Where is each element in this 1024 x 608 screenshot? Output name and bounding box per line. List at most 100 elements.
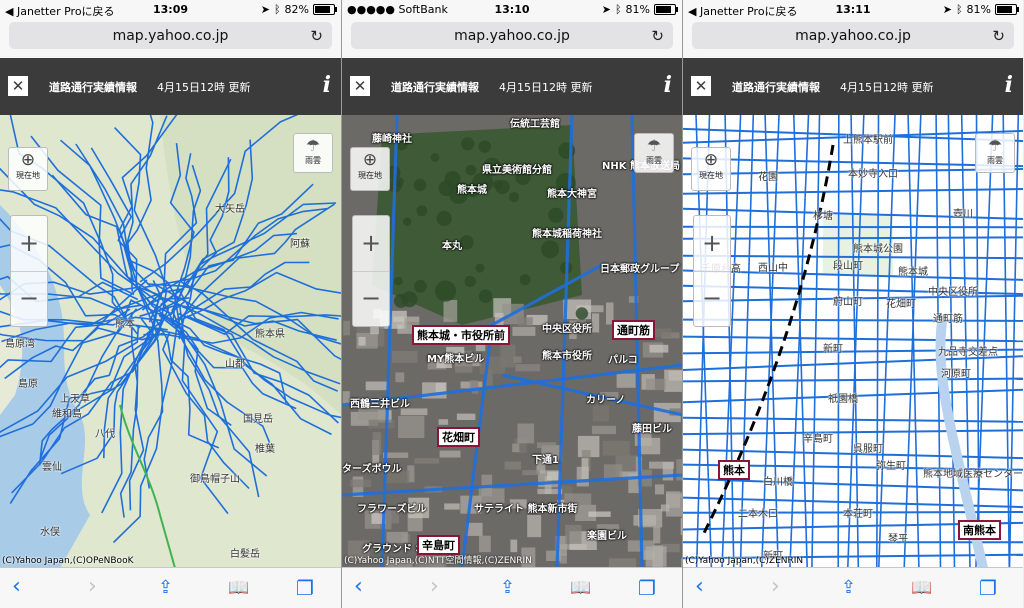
bookmarks-button[interactable]: 📖: [911, 578, 932, 598]
crosshair-icon: ⊕: [703, 150, 719, 170]
map-label: 山都: [225, 359, 245, 370]
info-icon[interactable]: i: [1005, 72, 1013, 98]
map-label: 上熊本駅前: [843, 135, 893, 146]
zoom-out-button[interactable]: −: [11, 271, 47, 326]
close-button[interactable]: ✕: [350, 76, 370, 96]
station-label[interactable]: 熊本城・市役所前: [412, 325, 510, 345]
station-label[interactable]: 花畑町: [437, 427, 480, 447]
location-arrow-icon: ➤: [260, 3, 270, 16]
map-label: 祇園橋: [828, 394, 858, 405]
rain-cloud-icon: ☂: [305, 136, 321, 155]
url-bar[interactable]: map.yahoo.co.jp ↻: [351, 22, 673, 49]
info-icon[interactable]: i: [323, 72, 331, 98]
station-label[interactable]: 南熊本: [958, 520, 1001, 540]
map-canvas: [0, 115, 341, 568]
info-icon[interactable]: i: [664, 72, 672, 98]
map-label: 白川橋: [763, 477, 793, 488]
battery-icon: [313, 4, 337, 15]
map-label: 九品寺交差点: [938, 347, 998, 358]
battery-icon: [995, 4, 1019, 15]
close-button[interactable]: ✕: [8, 76, 28, 96]
info-date: 4月15日12時 更新: [157, 81, 251, 94]
map-label: 藤田ビル: [632, 424, 672, 435]
station-label[interactable]: 熊本: [718, 460, 750, 480]
map-label: 二本木口: [738, 509, 778, 520]
status-right: ➤ ᛒ 81%: [601, 3, 678, 16]
location-arrow-icon: ➤: [942, 3, 952, 16]
zoom-in-button[interactable]: +: [694, 216, 730, 272]
map-label: 県立美術館分館: [482, 165, 552, 176]
map-label: 維和島: [52, 409, 82, 420]
battery-percent: 81%: [966, 3, 991, 16]
forward-button[interactable]: ›: [771, 574, 780, 599]
current-location-button[interactable]: ⊕ 現在地: [8, 147, 48, 191]
url-bar[interactable]: map.yahoo.co.jp ↻: [9, 22, 332, 49]
status-bar: ◀ Janetter Proに戻る 13:09 ➤ ᛒ 82%: [0, 0, 341, 20]
forward-button[interactable]: ›: [430, 574, 439, 599]
location-arrow-icon: ➤: [601, 3, 611, 16]
map-label: 呉服町: [853, 444, 883, 455]
map-label: 熊本城公園: [853, 244, 903, 255]
current-location-button[interactable]: ⊕ 現在地: [350, 147, 390, 191]
battery-percent: 82%: [284, 3, 309, 16]
map-label: 雲仙: [42, 462, 62, 473]
current-location-label: 現在地: [699, 171, 723, 180]
map-label: 熊本城: [898, 267, 928, 278]
bookmarks-button[interactable]: 📖: [228, 578, 249, 598]
url-text[interactable]: map.yahoo.co.jp: [692, 28, 1014, 44]
back-button[interactable]: ‹: [12, 574, 21, 599]
zoom-in-button[interactable]: +: [11, 216, 47, 272]
map-canvas: [683, 115, 1023, 568]
rain-cloud-button[interactable]: ☂ 雨雲: [975, 133, 1015, 173]
map-view[interactable]: 上熊本駅前本妙寺入口花園杉塘壺川熊本城公園熊本城段山町千原台高西山中蔚山町花畑町…: [683, 115, 1023, 568]
reload-icon[interactable]: ↻: [310, 27, 323, 45]
battery-fill: [656, 6, 671, 13]
bookmarks-button[interactable]: 📖: [570, 578, 591, 598]
station-label[interactable]: 辛島町: [417, 535, 460, 555]
url-text[interactable]: map.yahoo.co.jp: [9, 28, 332, 44]
zoom-in-button[interactable]: +: [353, 216, 389, 272]
url-text[interactable]: map.yahoo.co.jp: [351, 28, 673, 44]
current-location-button[interactable]: ⊕ 現在地: [691, 147, 731, 191]
safari-toolbar: ‹ › ⇪ 📖 ❐: [0, 567, 341, 608]
back-button[interactable]: ‹: [695, 574, 704, 599]
info-title: 道路通行実績情報: [49, 81, 137, 94]
map-label: 阿蘇: [290, 239, 310, 250]
map-view[interactable]: 阿蘇 熊本 熊本県 島原湾 島原 上天草 八代 山都 国見岳 椎葉 御鳥帽子山 白髪岳 水俣 雲仙 維和島 大…: [0, 115, 341, 568]
map-label: 下通1: [532, 455, 559, 466]
map-label: 椎葉: [255, 444, 275, 455]
map-label: 杉塘: [813, 211, 833, 222]
reload-icon[interactable]: ↻: [651, 27, 664, 45]
forward-button[interactable]: ›: [88, 574, 97, 599]
current-location-label: 現在地: [16, 171, 40, 180]
zoom-out-button[interactable]: −: [353, 271, 389, 326]
station-label[interactable]: 通町筋: [612, 320, 655, 340]
map-label: 熊本大神宮: [547, 189, 597, 200]
map-label: 西山中: [758, 263, 788, 274]
tabs-button[interactable]: ❐: [979, 576, 997, 600]
map-label: 蔚山町: [833, 297, 863, 308]
back-button[interactable]: ‹: [354, 574, 363, 599]
map-label: 楽園ビル: [587, 531, 627, 542]
map-view[interactable]: 藤崎神社伝統工芸館県立美術館分館NHK 熊本放送局熊本城熊本大神宮本丸熊本城稲荷…: [342, 115, 682, 568]
info-title: 道路通行実績情報: [732, 81, 820, 94]
tabs-button[interactable]: ❐: [296, 576, 314, 600]
share-button[interactable]: ⇪: [158, 577, 173, 598]
map-label: 本荘町: [843, 509, 873, 520]
reload-icon[interactable]: ↻: [992, 27, 1005, 45]
close-button[interactable]: ✕: [691, 76, 711, 96]
share-button[interactable]: ⇪: [841, 577, 856, 598]
map-label: MY熊本ビル: [427, 354, 485, 365]
phone-screen: ●●●●● SoftBank 13:10 ➤ ᛒ 81% map.yahoo.c…: [341, 0, 682, 608]
map-label: 熊本市役所: [542, 351, 592, 362]
rain-cloud-button[interactable]: ☂ 雨雲: [293, 133, 333, 173]
share-button[interactable]: ⇪: [500, 577, 515, 598]
map-label: 八代: [95, 429, 115, 440]
map-label: 上天草: [60, 394, 90, 405]
tabs-button[interactable]: ❐: [638, 576, 656, 600]
map-label: 通町筋: [933, 314, 963, 325]
rain-cloud-button[interactable]: ☂ 雨雲: [634, 133, 674, 173]
map-label: 熊本城: [457, 185, 487, 196]
url-bar[interactable]: map.yahoo.co.jp ↻: [692, 22, 1014, 49]
zoom-out-button[interactable]: −: [694, 271, 730, 326]
